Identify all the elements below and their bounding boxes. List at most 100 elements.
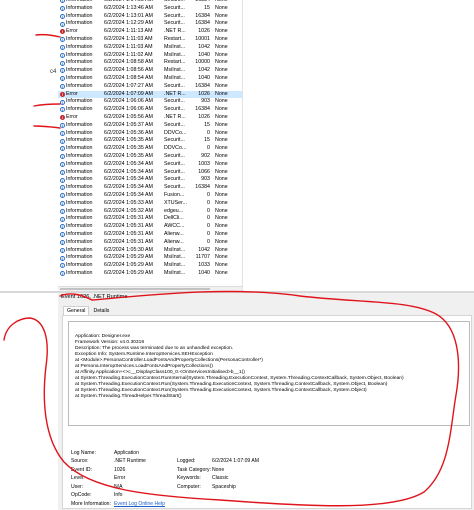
table-row[interactable]: ! Error 6/2/2024 1:07:09 AM .NET R... 1026 No… xyxy=(58,90,242,99)
table-row[interactable]: i Information 6/2/2024 1:11:03 AM MsiInst..… xyxy=(58,44,242,52)
source-value: .NET Runtime xyxy=(114,458,146,464)
event-id-cell: 0 xyxy=(207,207,210,214)
table-row[interactable]: i Information 6/2/2024 1:05:31 AM Alienw...… xyxy=(58,239,242,247)
table-row[interactable]: i Information 6/2/2024 1:05:34 AM Fusion...… xyxy=(58,192,242,200)
table-row[interactable]: i Information 6/2/2024 1:05:33 AM XTUSer...… xyxy=(58,200,242,208)
task-category-cell: None xyxy=(215,106,228,113)
table-row[interactable]: i Information 6/2/2024 1:13:46 AM Securit..… xyxy=(58,5,242,13)
table-row[interactable]: i Information 6/2/2024 1:05:36 AM DDVCo... 0… xyxy=(58,130,242,138)
task-category-cell: None xyxy=(215,113,228,120)
task-category-cell: None xyxy=(215,230,228,237)
table-row[interactable]: i Information 6/2/2024 1:05:29 AM MsiInst..… xyxy=(58,270,242,278)
table-row[interactable]: i Information 6/2/2024 1:05:31 AM Alienw...… xyxy=(58,231,242,239)
event-id-cell: 0 xyxy=(207,230,210,237)
date-cell: 6/2/2024 1:13:01 AM xyxy=(104,12,153,19)
event-id-cell: 0 xyxy=(207,145,210,152)
source-cell: Securit... xyxy=(164,121,185,128)
task-category-cell: None xyxy=(215,184,228,191)
column-splitter[interactable] xyxy=(242,0,243,291)
table-row[interactable]: i Information 6/2/2024 1:05:35 AM Securit..… xyxy=(58,137,242,145)
table-row[interactable]: i Information 6/2/2024 1:05:30 AM MsiInst..… xyxy=(58,247,242,255)
tab-details[interactable]: Details xyxy=(90,307,112,315)
logged-value: 6/2/2024 1:07:09 AM xyxy=(212,458,260,464)
source-cell: MsiInst... xyxy=(164,67,186,74)
date-cell: 6/2/2024 1:07:27 AM xyxy=(104,82,153,89)
source-cell: XTUSer... xyxy=(164,199,187,206)
table-row[interactable]: i Information 6/2/2024 1:08:58 AM Restart..… xyxy=(58,59,242,67)
table-row[interactable]: i Information 6/2/2024 1:05:34 AM Securit..… xyxy=(58,161,242,169)
date-cell: 6/2/2024 1:05:29 AM xyxy=(104,262,153,269)
table-row[interactable]: i Information 6/2/2024 1:05:37 AM Securit..… xyxy=(58,122,242,130)
table-row[interactable]: i Information 6/2/2024 1:05:31 AM AWCC... 0 N… xyxy=(58,223,242,231)
user-value: N/A xyxy=(114,484,123,490)
table-row[interactable]: i Information 6/2/2024 1:05:34 AM Securit..… xyxy=(58,184,242,192)
info-icon: i xyxy=(60,130,65,136)
level-cell: Information xyxy=(66,191,93,198)
level-cell: Information xyxy=(66,145,93,152)
table-row[interactable]: i Information 6/2/2024 1:05:34 AM Securit..… xyxy=(58,169,242,177)
info-icon: i xyxy=(60,154,65,160)
scrollbar-thumb[interactable] xyxy=(60,288,210,290)
event-grid[interactable]: i Information 6/2/2024 1:14:05 AM Securit..… xyxy=(58,0,242,278)
date-cell: 6/2/2024 1:05:34 AM xyxy=(104,160,153,167)
table-row[interactable]: i Information 6/2/2024 1:05:34 AM Securit..… xyxy=(58,176,242,184)
date-cell: 6/2/2024 1:05:31 AM xyxy=(104,238,153,245)
more-info-label: More Information: xyxy=(71,501,111,507)
table-row[interactable]: i Information 6/2/2024 1:13:01 AM Securit..… xyxy=(58,13,242,21)
event-message-box[interactable]: Application: Designer.exe Framework Versi… xyxy=(68,321,470,426)
info-icon: i xyxy=(60,37,65,43)
info-icon: i xyxy=(60,247,65,253)
level-cell: Information xyxy=(66,67,93,74)
level-cell: Information xyxy=(66,51,93,58)
source-cell: Securit... xyxy=(164,106,185,113)
source-cell: .NET R... xyxy=(164,28,186,35)
table-row[interactable]: i Information 6/2/2024 1:05:31 AM DellCli..… xyxy=(58,215,242,223)
table-row[interactable]: i Information 6/2/2024 1:06:06 AM Securit..… xyxy=(58,98,242,106)
task-category-value: None xyxy=(212,467,225,473)
date-cell: 6/2/2024 1:05:29 AM xyxy=(104,269,153,276)
table-row[interactable]: i Information 6/2/2024 1:11:03 AM Restart..… xyxy=(58,36,242,44)
level-cell: Information xyxy=(66,4,93,11)
table-row[interactable]: i Information 6/2/2024 1:05:35 AM DDVCo... 0… xyxy=(58,145,242,153)
table-row[interactable]: i Information 6/2/2024 1:08:56 AM MsiInst..… xyxy=(58,67,242,75)
tab-general[interactable]: General xyxy=(63,306,90,315)
info-icon: i xyxy=(60,68,65,74)
table-row[interactable]: i Information 6/2/2024 1:07:27 AM Securit..… xyxy=(58,83,242,91)
table-row[interactable]: i Information 6/2/2024 1:05:35 AM Securit..… xyxy=(58,153,242,161)
source-cell: Fusion... xyxy=(164,191,185,198)
level-cell: Information xyxy=(66,269,93,276)
error-icon: ! xyxy=(60,29,65,35)
source-cell: Securit... xyxy=(164,98,185,105)
info-icon: i xyxy=(60,13,65,19)
task-category-cell: None xyxy=(215,207,228,214)
date-cell: 6/2/2024 1:05:36 AM xyxy=(104,129,153,136)
table-row[interactable]: ! Error 6/2/2024 1:11:13 AM .NET R... 1026 No… xyxy=(58,28,242,36)
task-category-cell: None xyxy=(215,176,228,183)
event-log-help-link[interactable]: Event Log Online Help xyxy=(114,501,165,507)
source-cell: MsiInst... xyxy=(164,269,186,276)
source-cell: DDVCo... xyxy=(164,129,187,136)
error-icon: ! xyxy=(60,115,65,121)
level-cell: Error xyxy=(66,28,78,35)
table-row[interactable]: i Information 6/2/2024 1:06:06 AM Securit..… xyxy=(58,106,242,114)
table-row[interactable]: i Information 6/2/2024 1:05:29 AM MsiInst..… xyxy=(58,262,242,270)
computer-label: Computer: xyxy=(177,484,201,490)
table-row[interactable]: ! Error 6/2/2024 1:05:56 AM .NET R... 1026 No… xyxy=(58,114,242,122)
source-cell: Securit... xyxy=(164,160,185,167)
level-cell: Error xyxy=(66,90,78,97)
task-category-cell: None xyxy=(215,199,228,206)
table-row[interactable]: i Information 6/2/2024 1:05:29 AM MsiInst..… xyxy=(58,254,242,262)
date-cell: 6/2/2024 1:05:29 AM xyxy=(104,254,153,261)
date-cell: 6/2/2024 1:05:32 AM xyxy=(104,207,153,214)
date-cell: 6/2/2024 1:11:03 AM xyxy=(104,43,153,50)
event-id-cell: 1066 xyxy=(198,168,210,175)
level-cell: Information xyxy=(66,152,93,159)
info-icon: i xyxy=(60,123,65,129)
date-cell: 6/2/2024 1:05:37 AM xyxy=(104,121,153,128)
table-row[interactable]: i Information 6/2/2024 1:11:02 AM MsiInst..… xyxy=(58,52,242,60)
table-row[interactable]: i Information 6/2/2024 1:12:29 AM Securit..… xyxy=(58,20,242,28)
event-id-cell: 16384 xyxy=(195,20,210,27)
gutter-mark: c4 xyxy=(50,69,57,75)
table-row[interactable]: i Information 6/2/2024 1:05:32 AM edgeu... 0… xyxy=(58,208,242,216)
table-row[interactable]: i Information 6/2/2024 1:08:54 AM MsiInst..… xyxy=(58,75,242,83)
